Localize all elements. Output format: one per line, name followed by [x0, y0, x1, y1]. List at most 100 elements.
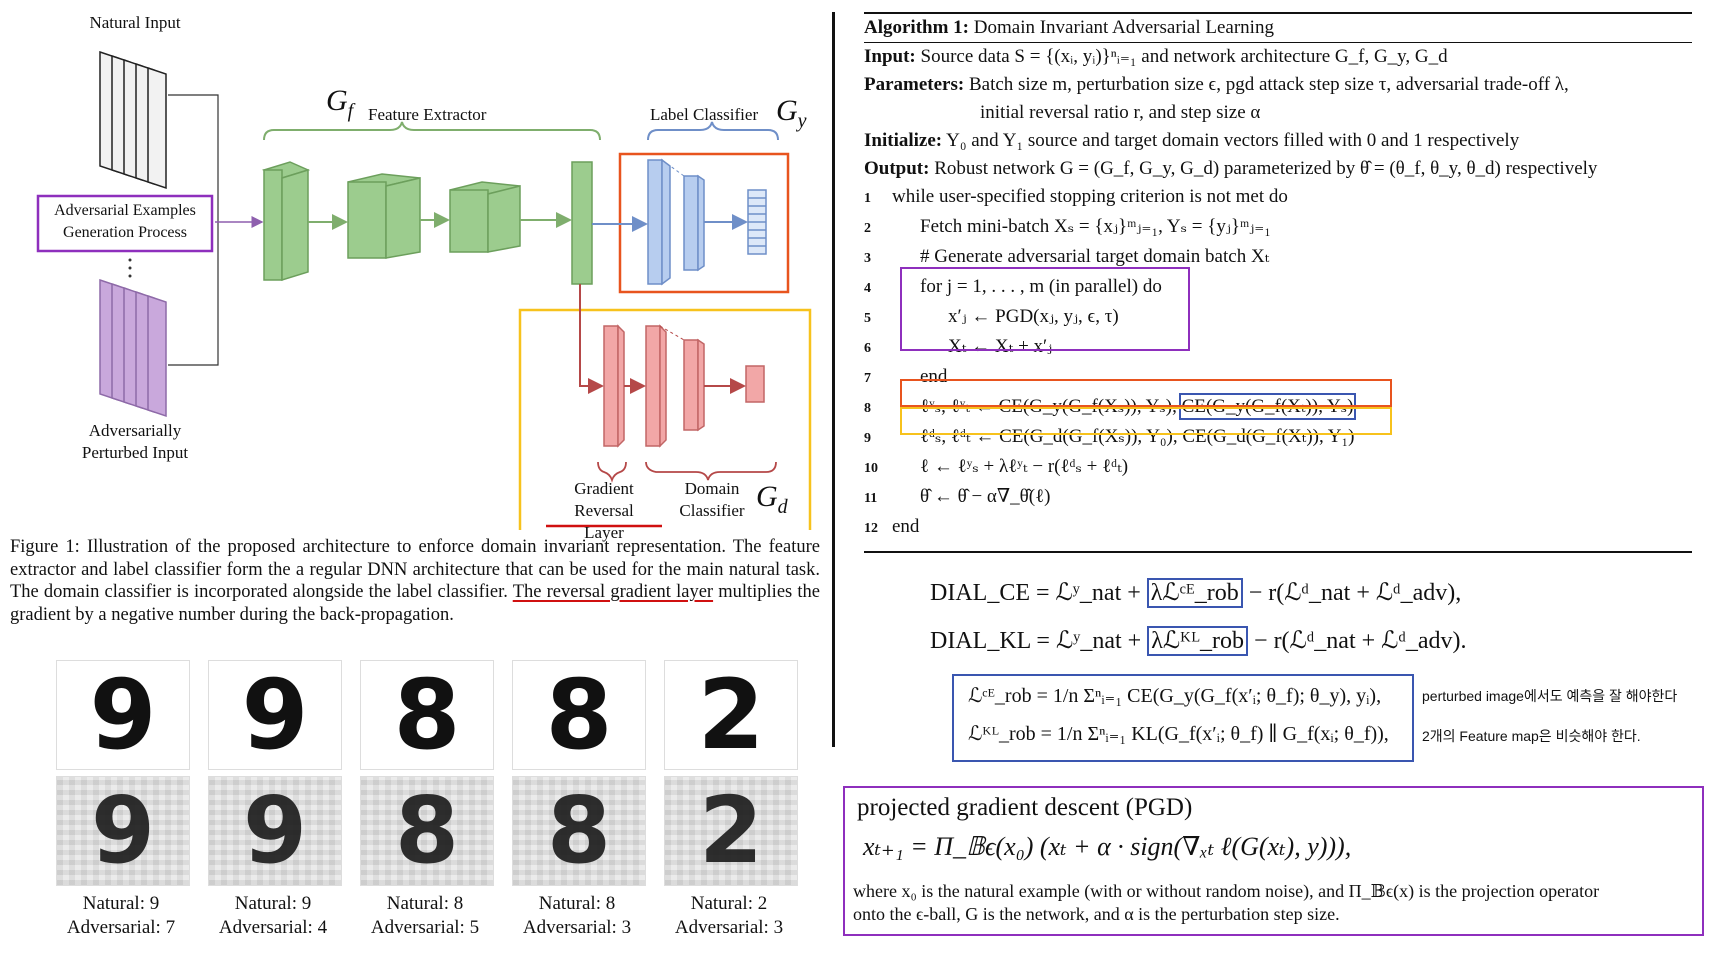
mnist-adversarial-image: 8: [512, 776, 646, 886]
dial-ce-part-a: DIAL_CE = ℒʸ_nat +: [930, 580, 1147, 606]
figure-caption: Figure 1: Illustration of the proposed a…: [10, 536, 820, 626]
mnist-adversarial-label: Adversarial: 3: [522, 917, 632, 938]
mnist-adversarial-digit: 8: [394, 777, 459, 884]
column-divider: [832, 12, 835, 747]
line-number: 12: [864, 521, 878, 536]
mnist-adversarial-digit: 8: [546, 777, 611, 884]
line-9-highlight: [900, 407, 1392, 435]
line-number: 2: [864, 221, 871, 236]
dc-line2: Classifier: [679, 501, 745, 520]
algo-init-label: Initialize:: [864, 130, 943, 151]
dial-ce-part-b: − r(ℒᵈ_nat + ℒᵈ_adv),: [1242, 580, 1462, 606]
line-number: 1: [864, 191, 871, 206]
algo-params-text1: Batch size m, perturbation size ϵ, pgd a…: [964, 74, 1569, 95]
line-number: 7: [864, 371, 871, 386]
line-number: 6: [864, 341, 871, 356]
mnist-adversarial-digit: 9: [242, 777, 307, 884]
pgd-desc-line1: where x₀ is the natural example (with or…: [853, 881, 1600, 901]
line-body: end: [892, 516, 920, 537]
gy-label: Gy: [776, 94, 807, 133]
dc-label: Domain Classifier: [662, 478, 762, 522]
algo-output: Output: Robust network G = (G_f, G_y, G_…: [864, 155, 1692, 183]
line-body: ℓ ← ℓʸₛ + λℓʸₜ − r(ℓᵈₛ + ℓᵈₜ): [920, 456, 1129, 477]
for-loop-highlight: [900, 267, 1190, 351]
adv-input-line1: Adversarially: [88, 421, 182, 440]
gf-symbol: G: [326, 84, 348, 117]
natural-input-label: Natural Input: [89, 13, 181, 32]
algo-params-label: Parameters:: [864, 74, 965, 95]
line-8-highlight: [900, 379, 1392, 407]
natural-input-stack: [99, 50, 167, 190]
mnist-natural-image: 9: [208, 660, 342, 770]
mnist-natural-label: Natural: 2: [690, 893, 768, 914]
dial-kl-part-a: DIAL_KL = ℒʸ_nat +: [930, 628, 1148, 654]
mnist-natural-digit: 2: [697, 659, 765, 771]
pgd-equation: xₜ₊₁ = Π_𝔹ϵ(x₀) (xₜ + α · sign(∇ₓₜ ℓ(G(x…: [863, 832, 1352, 861]
mnist-adversarial-label: Adversarial: 5: [370, 917, 480, 938]
adv-input-line2: Perturbed Input: [81, 443, 189, 462]
note-ce: perturbed image에서도 예측을 잘 해야한다: [1422, 688, 1678, 704]
algo-line-10: 10 ℓ ← ℓʸₛ + λℓʸₜ − r(ℓᵈₛ + ℓᵈₜ): [864, 453, 1692, 483]
adv-gen-label: Adversarial Examples Generation Process: [38, 200, 212, 244]
dc-line1: Domain: [684, 479, 740, 498]
algo-params: Parameters: Batch size m, perturbation s…: [864, 71, 1692, 99]
mnist-natural-digit: 8: [545, 659, 613, 771]
line-number: 11: [864, 491, 878, 506]
adv-gen-line1: Adversarial Examples: [54, 202, 196, 219]
line-number: 10: [864, 461, 878, 476]
mnist-adversarial-image: 9: [208, 776, 342, 886]
rob-ce-formula: ℒᶜᴱ_rob = 1/n Σⁿᵢ₌₁ CE(G_y(G_f(x′ᵢ; θ_f)…: [968, 685, 1382, 707]
dial-kl-box: λℒᴷᴸ_rob: [1147, 626, 1249, 656]
algo-title-rest: Domain Invariant Adversarial Learning: [969, 16, 1274, 38]
mnist-natural-digit: 9: [241, 659, 309, 771]
algo-init: Initialize: Y₀ and Y₁ source and target …: [864, 127, 1692, 155]
mnist-grid: 9 9 Natural: 9 Adversarial: 7 9 9 Natural: 9 Ad…: [56, 660, 826, 965]
mnist-natural-label: Natural: 8: [538, 893, 616, 914]
algo-input-text: Source data S = {(xᵢ, yᵢ)}ⁿᵢ₌₁ and netwo…: [915, 46, 1448, 67]
line-number: 9: [864, 431, 871, 446]
feature-extractor-label: Feature Extractor: [368, 105, 487, 124]
rob-kl-formula: ℒᴷᴸ_rob = 1/n Σⁿᵢ₌₁ KL(G_f(x′ᵢ; θ_f) ∥ G…: [968, 723, 1389, 745]
gd-label: Gd: [756, 480, 788, 519]
algo-line-12: 12 end: [864, 513, 1692, 543]
algo-output-label: Output:: [864, 158, 930, 179]
mnist-adversarial-image: 9: [56, 776, 190, 886]
mnist-adversarial-label: Adversarial: 3: [674, 917, 784, 938]
dial-kl-formula: DIAL_KL = ℒʸ_nat + λℒᴷᴸ_rob − r(ℒᵈ_nat +…: [930, 620, 1467, 662]
algo-line-1: 1 while user-specified stopping criterion…: [864, 183, 1692, 213]
mnist-natural-digit: 9: [89, 659, 157, 771]
mnist-natural-label: Natural: 9: [82, 893, 160, 914]
pgd-desc: where x₀ is the natural example (with or…: [853, 880, 1698, 926]
gy-symbol: G: [776, 94, 798, 127]
algo-input-label: Input:: [864, 46, 916, 67]
mnist-natural-image: 9: [56, 660, 190, 770]
algo-title: Algorithm 1: Domain Invariant Adversaria…: [864, 14, 1692, 42]
dial-kl-part-b: − r(ℒᵈ_nat + ℒᵈ_adv).: [1248, 628, 1467, 654]
gf-sub: f: [347, 100, 354, 122]
mnist-natural-image: 2: [664, 660, 798, 770]
dial-ce-box: λℒᶜᴱ_rob: [1146, 578, 1243, 608]
grl-label: Gradient Reversal Layer: [554, 478, 654, 544]
mnist-natural-image: 8: [512, 660, 646, 770]
algo-output-text: Robust network G = (G_f, G_y, G_d) param…: [929, 158, 1598, 179]
line-body: while user-specified stopping criterion …: [892, 186, 1288, 207]
mnist-natural-label: Natural: 8: [386, 893, 464, 914]
mnist-adversarial-label: Adversarial: 7: [66, 917, 176, 938]
gy-sub: y: [797, 110, 807, 132]
algo-lines: 1 while user-specified stopping criterion…: [864, 183, 1692, 543]
line-body: θ̂ ← θ̂ − α∇_θ̂(ℓ): [920, 486, 1051, 507]
mnist-natural-digit: 8: [393, 659, 461, 771]
line-number: 4: [864, 281, 871, 296]
architecture-figure: Natural Input Adversarial Examples Gener…: [0, 0, 830, 542]
algo-input: Input: Source data S = {(xᵢ, yᵢ)}ⁿᵢ₌₁ an…: [864, 43, 1692, 71]
label-classifier-label: Label Classifier: [650, 105, 759, 124]
line-number: 5: [864, 311, 871, 326]
gd-symbol: G: [756, 480, 778, 513]
line-body: Fetch mini-batch Xₛ = {xⱼ}ᵐⱼ₌₁, Yₛ = {yⱼ…: [920, 216, 1271, 237]
adversarial-input-stack: [99, 278, 167, 418]
algorithm-block: Algorithm 1: Domain Invariant Adversaria…: [864, 12, 1692, 553]
mnist-natural-image: 8: [360, 660, 494, 770]
caption-underlined: The reversal gradient layer: [512, 582, 714, 602]
note-kl: 2개의 Feature map은 비슷해야 한다.: [1422, 728, 1641, 744]
mnist-adversarial-digit: 9: [90, 777, 155, 884]
